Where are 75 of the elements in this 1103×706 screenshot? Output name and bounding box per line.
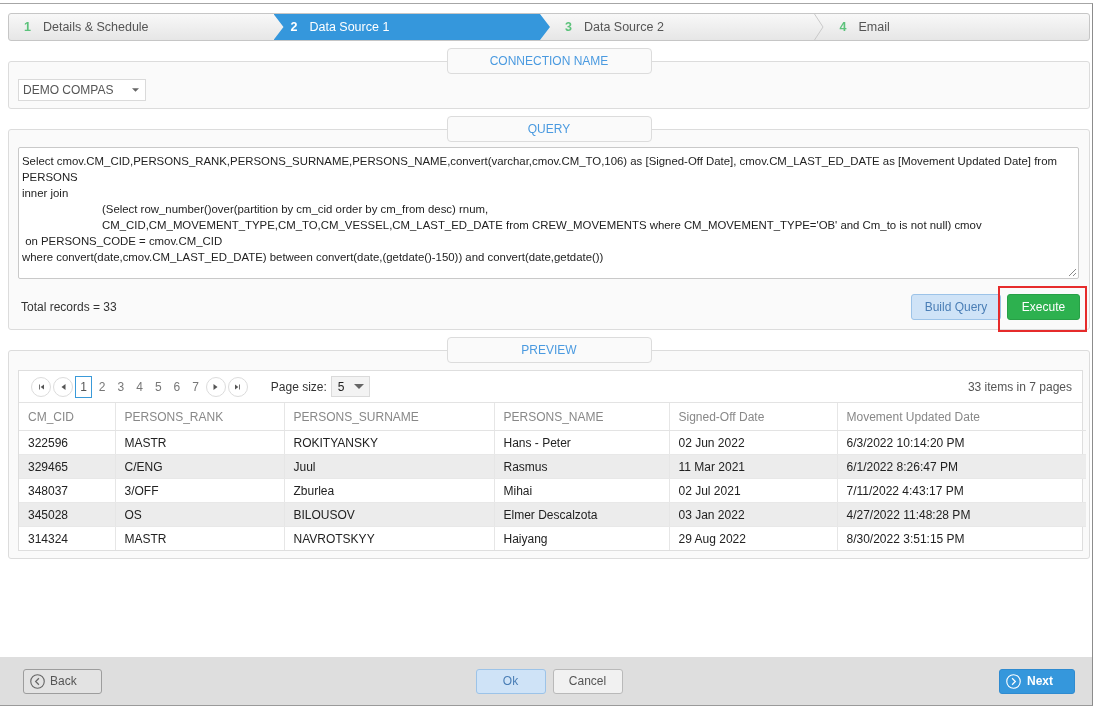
page-number[interactable]: 7 [187, 375, 205, 398]
page-number[interactable]: 3 [112, 375, 130, 398]
next-page-icon [213, 383, 219, 390]
table-cell: MASTR [115, 430, 284, 455]
table-cell: 02 Jul 2021 [669, 478, 837, 503]
first-page-icon [38, 383, 44, 390]
table-cell: 314324 [19, 526, 115, 550]
table-cell: Juul [284, 454, 494, 479]
previous-page-button[interactable] [53, 376, 73, 397]
query-field[interactable]: Select cmov.CM_CID,PERSONS_RANK,PERSONS_SURNAME,PERSONS_NAME,convert(varchar,cmov.CM_TO,106) as [Signed-Off Date], cmov.CM_LAST_ED_DATE as [Movement Updated Date] from PERSONS inner join (Select row_number()over(partition by cm_cid order by cm_from desc) rnum, CM_CID,CM_MOVEMENT_TYPE,CM_TO,CM_VESSEL,CM_LAST_ED_DATE from CREW_MOVEMENTS where CM_MOVEMENT_TYPE='OB' and Cm_to is not null) cmov on PERSONS_CODE = cmov.CM_CID where convert(date,cmov.CM_LAST_ED_DATE) between convert(date,(getdate()-150)) and convert(date,getdate()) [18, 147, 1079, 279]
previous-page-icon [60, 383, 66, 390]
build-query-button[interactable]: Build Query [911, 294, 1001, 320]
caret-icon [132, 88, 139, 92]
table-cell: 6/1/2022 8:26:47 PM [837, 454, 1086, 479]
table-cell: 7/11/2022 4:43:17 PM [837, 478, 1086, 503]
table-cell: 8/30/2022 3:51:15 PM [837, 526, 1086, 550]
table-cell: 4/27/2022 11:48:28 PM [837, 502, 1086, 527]
column-header[interactable]: PERSONS_SURNAME [284, 403, 494, 431]
column-header[interactable]: CM_CID [19, 403, 115, 431]
wizard-step[interactable]: 1 Details & Schedule [9, 14, 274, 40]
table-cell: 348037 [19, 478, 115, 503]
page-number[interactable]: 4 [131, 375, 149, 398]
first-page-button[interactable] [31, 376, 51, 397]
section-title: CONNECTION NAME [446, 48, 652, 74]
table-cell: 02 Jun 2022 [669, 430, 837, 455]
back-button[interactable]: Back [23, 668, 102, 694]
execute-button[interactable]: Execute [1007, 294, 1080, 320]
last-page-button[interactable] [227, 376, 248, 397]
chevron-right-circle-icon [1006, 673, 1021, 689]
next-page-button[interactable] [205, 376, 226, 397]
table-cell: 3/OFF [115, 478, 284, 503]
wizard-step[interactable]: 3 Data Source 2 [550, 14, 815, 40]
wizard-step[interactable]: 2 Data Source 1 [273, 14, 550, 40]
connection-dropdown[interactable]: DEMO COMPAS [18, 79, 146, 101]
table-cell: 03 Jan 2022 [669, 502, 837, 527]
resize-grip-icon[interactable] [1068, 268, 1076, 276]
total-records-text: Total records = 33 [20, 300, 117, 314]
last-page-icon [235, 383, 241, 390]
table-cell: BILOUSOV [284, 502, 494, 527]
caret-icon [353, 384, 364, 389]
section-title: PREVIEW [446, 337, 652, 363]
table-cell: C/ENG [115, 454, 284, 479]
table-cell: OS [115, 502, 284, 527]
cancel-button[interactable]: Cancel [552, 668, 623, 694]
table-cell: 6/3/2022 10:14:20 PM [837, 430, 1086, 455]
table-cell: Zburlea [284, 478, 494, 503]
wizard-step[interactable]: 4 Email [824, 14, 1089, 40]
column-header[interactable]: PERSONS_RANK [115, 403, 284, 431]
table-cell: MASTR [115, 526, 284, 550]
table-cell: 29 Aug 2022 [669, 526, 837, 550]
page-number[interactable]: 2 [93, 375, 111, 398]
page-number[interactable]: 1 [75, 375, 92, 398]
chevron-left-circle-icon [30, 673, 45, 689]
ok-button[interactable]: Ok [475, 668, 546, 694]
table-cell: ROKITYANSKY [284, 430, 494, 455]
table-cell: Hans - Peter [494, 430, 669, 455]
pager-summary: 33 items in 7 pages [967, 379, 1072, 394]
column-header[interactable]: PERSONS_NAME [494, 403, 669, 431]
page-size-dropdown[interactable]: 5 [330, 376, 370, 397]
page-size-label: Page size: [270, 379, 327, 394]
table-cell: 322596 [19, 430, 115, 455]
next-button[interactable]: Next [999, 668, 1075, 694]
table-cell: 329465 [19, 454, 115, 479]
column-header[interactable]: Signed-Off Date [669, 403, 837, 431]
table-cell: 11 Mar 2021 [669, 454, 837, 479]
column-header[interactable]: Movement Updated Date [837, 403, 1086, 431]
table-cell: Mihai [494, 478, 669, 503]
page-number[interactable]: 5 [149, 375, 167, 398]
table-cell: NAVROTSKYY [284, 526, 494, 550]
section-title: QUERY [446, 116, 652, 142]
table-cell: Elmer Descalzota [494, 502, 669, 527]
table-cell: Haiyang [494, 526, 669, 550]
page-number[interactable]: 6 [168, 375, 186, 398]
table-cell: Rasmus [494, 454, 669, 479]
table-cell: 345028 [19, 502, 115, 527]
